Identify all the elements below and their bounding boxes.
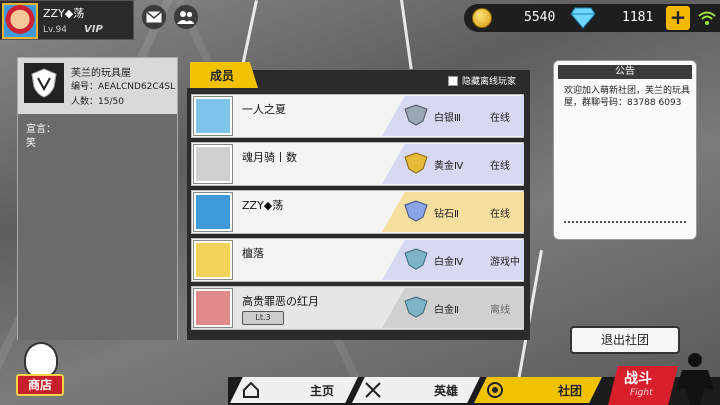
member-name: 魂月骑丨数 [242,151,297,164]
member-name: ZZY◆荡 [242,199,284,212]
rank-diamond-icon [404,200,428,222]
member-name: 高贵罪恶の红月 [242,295,319,308]
declaration-box: 宣言： 笑 [18,114,177,340]
member-status: 在线 [490,209,510,220]
nav-home[interactable]: 主页 [230,377,358,403]
quit-club-button[interactable]: 退出社团 [570,326,680,354]
nav-home-label: 主页 [310,384,335,398]
member-row[interactable]: ZZY◆荡 钻石Ⅱ 在线 [191,190,524,234]
player-name: ZZY◆荡 [43,7,85,20]
member-avatar[interactable] [194,289,232,327]
member-row[interactable]: 檀落 白金Ⅳ 游戏中 [191,238,524,282]
club-icon [487,382,503,398]
currency-bar: 5540 1181 + [464,4,720,32]
member-name: 檀落 [242,247,264,260]
member-row[interactable]: 一人之夏 白银Ⅲ 在线 [191,94,524,138]
notice-body: 欢迎加入萌新社团，芙兰的玩具屋，群聊号码：83788 6093 [564,86,691,108]
home-icon [243,381,259,398]
add-currency-button[interactable]: + [666,6,690,30]
declaration-text: 笑 [26,138,36,149]
notice-title: 公告 [558,65,692,79]
coin-icon [472,8,492,28]
wifi-icon [698,11,716,25]
nav-club-label: 社团 [558,384,583,398]
member-status: 游戏中 [490,257,520,268]
shield-icon [31,68,57,98]
mail-icon [146,11,162,23]
member-rank: 白金Ⅳ [434,257,464,268]
member-status: 在线 [490,113,510,124]
club-name: 芙兰的玩具屋 [71,68,131,79]
nav-club[interactable]: 社团 [474,377,602,403]
club-info-panel: 芙兰的玩具屋 编号：AEALCND62C4SL 人数：15/50 宣言： 笑 [17,57,178,340]
member-status: 离线 [490,305,510,316]
hide-offline-label: 隐藏离线玩家 [462,77,517,87]
hide-offline-toggle[interactable]: 隐藏离线玩家 [448,74,516,87]
member-rank: 白银Ⅲ [434,113,461,124]
friends-icon [177,11,195,24]
vip-badge: VIP [84,24,103,35]
club-member-count: 人数：15/50 [71,97,124,107]
shop-button[interactable]: 商店 [10,340,70,402]
friends-button[interactable] [173,4,199,30]
member-row[interactable]: 高贵罪恶の红月 Lt.3 白金Ⅱ 离线 [191,286,524,330]
rank-platinum-icon [404,296,428,318]
member-rank: 白金Ⅱ [434,305,459,316]
member-rank: 钻石Ⅱ [434,209,459,220]
declaration-label: 宣言： [26,124,56,135]
gem-value: 1181 [622,10,654,25]
members-list[interactable]: 一人之夏 白银Ⅲ 在线 魂月骑丨数 黄金Ⅳ 在线 ZZY◆荡 钻石Ⅱ 在线 檀落… [187,88,530,340]
diamond-icon [570,7,596,29]
coin-value: 5540 [524,10,556,25]
notice-divider [564,221,686,223]
fight-label: 战斗 [624,371,652,387]
rank-gold-icon [404,152,428,174]
member-row[interactable]: 魂月骑丨数 黄金Ⅳ 在线 [191,142,524,186]
swords-icon [365,382,381,398]
member-avatar[interactable] [194,145,232,183]
player-profile[interactable]: ZZY◆荡 Lv.94 VIP [0,0,134,40]
player-level: Lv.94 [43,25,67,35]
fight-button[interactable]: 战斗 Fight [608,366,678,405]
fight-sub-label: Fight [630,388,653,398]
member-avatar[interactable] [194,241,232,279]
club-emblem [24,63,64,103]
tab-members-label: 成员 [210,69,235,83]
mail-button[interactable] [141,4,167,30]
fighter-silhouette-icon [676,353,714,405]
notice-panel: 公告 欢迎加入萌新社团，芙兰的玩具屋，群聊号码：83788 6093 [553,60,697,240]
member-status: 在线 [490,161,510,172]
lucky-cat-icon [24,342,58,378]
rank-silver-icon [404,104,428,126]
rank-platinum-icon [404,248,428,270]
member-name: 一人之夏 [242,103,286,116]
nav-heroes-label: 英雄 [434,384,459,398]
member-avatar[interactable] [194,193,232,231]
shop-label: 商店 [16,374,64,396]
member-rank: 黄金Ⅳ [434,161,464,172]
tab-members[interactable]: 成员 [190,62,258,88]
member-avatar[interactable] [194,97,232,135]
club-code: 编号：AEALCND62C4SL [71,82,176,92]
title-badge: Lt.3 [242,311,284,325]
hide-offline-checkbox[interactable] [448,75,458,86]
nav-heroes[interactable]: 英雄 [352,377,480,403]
player-avatar[interactable] [2,3,38,39]
